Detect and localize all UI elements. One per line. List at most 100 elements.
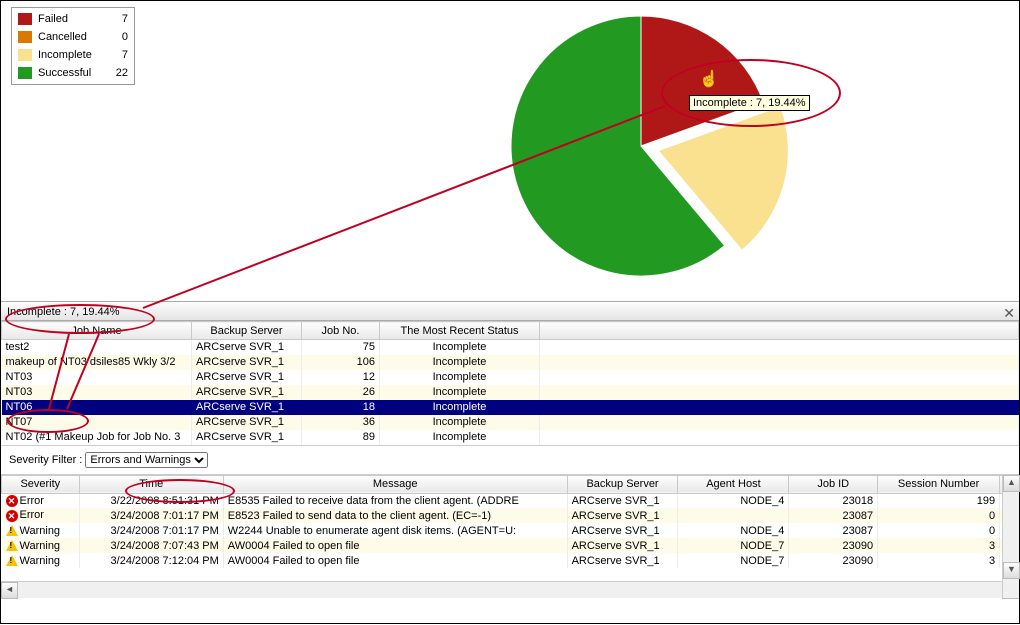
legend-label: Successful xyxy=(38,67,110,79)
cell-job-name: makeup of NT03 dsiles85 Wkly 3/2 xyxy=(2,355,192,370)
legend-item[interactable]: Cancelled0 xyxy=(14,28,132,46)
warning-icon xyxy=(6,525,18,536)
horizontal-scrollbar[interactable]: ◄ ► xyxy=(1,581,1019,598)
log-col-header[interactable]: Severity xyxy=(2,475,80,493)
cell-filler xyxy=(540,340,1019,355)
log-col-header[interactable]: Agent Host xyxy=(678,475,789,493)
cell-job-name: NT06 xyxy=(2,400,192,415)
jobs-col-filler xyxy=(540,322,1019,340)
log-col-header[interactable]: Message xyxy=(223,475,567,493)
jobs-col-header[interactable]: Backup Server xyxy=(192,322,302,340)
log-col-header[interactable]: Job ID xyxy=(789,475,878,493)
legend-count: 7 xyxy=(110,49,128,61)
cell-backup-server: ARCserve SVR_1 xyxy=(192,400,302,415)
legend-swatch xyxy=(18,13,32,25)
table-row[interactable]: ✕Error3/22/2008 8:51:31 PME8535 Failed t… xyxy=(2,493,1019,508)
table-row[interactable]: Warning3/24/2008 7:01:17 PMW2244 Unable … xyxy=(2,523,1019,538)
cell-time: 3/24/2008 7:12:04 PM xyxy=(79,553,223,568)
cell-backup-server: ARCserve SVR_1 xyxy=(192,430,302,445)
cell-job-no: 36 xyxy=(302,415,380,430)
scroll-down-button[interactable]: ▼ xyxy=(1003,562,1020,579)
table-row[interactable]: NT02 (#1 Makeup Job for Job No. 3ARCserv… xyxy=(2,430,1019,445)
cell-job-id: 23018 xyxy=(789,493,878,508)
cell-session-number: 0 xyxy=(878,523,1000,538)
cell-agent-host: NODE_4 xyxy=(678,493,789,508)
cell-job-name: NT03 xyxy=(2,385,192,400)
table-row[interactable]: test2ARCserve SVR_175Incomplete xyxy=(2,340,1019,355)
cell-backup-server: ARCserve SVR_1 xyxy=(567,538,678,553)
scroll-up-button[interactable]: ▲ xyxy=(1003,475,1020,492)
cell-filler xyxy=(540,355,1019,370)
cell-status: Incomplete xyxy=(380,385,540,400)
jobs-col-header[interactable]: The Most Recent Status xyxy=(380,322,540,340)
table-row[interactable]: NT07ARCserve SVR_136Incomplete xyxy=(2,415,1019,430)
cell-status: Incomplete xyxy=(380,340,540,355)
table-row[interactable]: NT06ARCserve SVR_118Incomplete xyxy=(2,400,1019,415)
cell-message: E8523 Failed to send data to the client … xyxy=(223,508,567,523)
legend-item[interactable]: Successful22 xyxy=(14,64,132,82)
section-title-bar: Incomplete : 7, 19.44% ✕ xyxy=(1,301,1019,321)
log-table[interactable]: SeverityTimeMessageBackup ServerAgent Ho… xyxy=(1,475,1019,569)
cell-backup-server: ARCserve SVR_1 xyxy=(567,553,678,568)
cell-time: 3/24/2008 7:01:17 PM xyxy=(79,508,223,523)
cell-session-number: 0 xyxy=(878,508,1000,523)
error-icon: ✕ xyxy=(6,510,18,522)
cell-job-no: 12 xyxy=(302,370,380,385)
legend-item[interactable]: Failed7 xyxy=(14,10,132,28)
vertical-scrollbar[interactable]: ▲ ▼ xyxy=(1002,475,1019,598)
cell-backup-server: ARCserve SVR_1 xyxy=(192,355,302,370)
table-row[interactable]: NT03ARCserve SVR_112Incomplete xyxy=(2,370,1019,385)
legend-item[interactable]: Incomplete7 xyxy=(14,46,132,64)
table-row[interactable]: Warning3/24/2008 7:12:04 PMAW0004 Failed… xyxy=(2,553,1019,568)
jobs-col-header[interactable]: Job No. xyxy=(302,322,380,340)
log-col-header[interactable]: Session Number xyxy=(878,475,1000,493)
cell-agent-host xyxy=(678,508,789,523)
cell-filler xyxy=(540,400,1019,415)
cell-filler xyxy=(540,430,1019,445)
cell-status: Incomplete xyxy=(380,415,540,430)
scroll-left-button[interactable]: ◄ xyxy=(1,582,18,599)
pie-chart[interactable] xyxy=(501,6,821,299)
severity-filter-select[interactable]: Errors and Warnings xyxy=(85,452,208,468)
cell-message: AW0004 Failed to open file xyxy=(223,538,567,553)
cell-status: Incomplete xyxy=(380,355,540,370)
cell-session-number: 3 xyxy=(878,538,1000,553)
cell-time: 3/22/2008 8:51:31 PM xyxy=(79,493,223,508)
cell-backup-server: ARCserve SVR_1 xyxy=(567,493,678,508)
legend-count: 22 xyxy=(110,67,128,79)
cell-backup-server: ARCserve SVR_1 xyxy=(192,370,302,385)
log-col-header[interactable]: Backup Server xyxy=(567,475,678,493)
cell-message: AW0004 Failed to open file xyxy=(223,553,567,568)
jobs-col-header[interactable]: Job Name xyxy=(2,322,192,340)
cell-message: E8535 Failed to receive data from the cl… xyxy=(223,493,567,508)
jobs-table[interactable]: Job NameBackup ServerJob No.The Most Rec… xyxy=(1,321,1019,445)
legend-label: Failed xyxy=(38,13,110,25)
table-row[interactable]: makeup of NT03 dsiles85 Wkly 3/2ARCserve… xyxy=(2,355,1019,370)
cell-severity: Warning xyxy=(2,523,80,538)
section-title-text: Incomplete : 7, 19.44% xyxy=(7,306,120,318)
cell-status: Incomplete xyxy=(380,400,540,415)
cell-filler xyxy=(540,370,1019,385)
cell-session-number: 199 xyxy=(878,493,1000,508)
legend-swatch xyxy=(18,31,32,43)
chart-area: Failed7Cancelled0Incomplete7Successful22… xyxy=(1,1,1019,301)
cell-time: 3/24/2008 7:07:43 PM xyxy=(79,538,223,553)
chart-tooltip: Incomplete : 7, 19.44% xyxy=(689,95,810,111)
cell-backup-server: ARCserve SVR_1 xyxy=(567,508,678,523)
cell-job-name: NT03 xyxy=(2,370,192,385)
close-icon[interactable]: ✕ xyxy=(1003,303,1015,323)
cell-backup-server: ARCserve SVR_1 xyxy=(567,523,678,538)
cell-status: Incomplete xyxy=(380,430,540,445)
log-col-header[interactable]: Time xyxy=(79,475,223,493)
cell-session-number: 3 xyxy=(878,553,1000,568)
cell-job-no: 75 xyxy=(302,340,380,355)
cell-job-no: 26 xyxy=(302,385,380,400)
cell-filler xyxy=(540,415,1019,430)
cell-agent-host: NODE_4 xyxy=(678,523,789,538)
table-row[interactable]: ✕Error3/24/2008 7:01:17 PME8523 Failed t… xyxy=(2,508,1019,523)
cell-severity: ✕Error xyxy=(2,508,80,523)
table-row[interactable]: NT03ARCserve SVR_126Incomplete xyxy=(2,385,1019,400)
table-row[interactable]: Warning3/24/2008 7:07:43 PMAW0004 Failed… xyxy=(2,538,1019,553)
cell-severity: Warning xyxy=(2,553,80,568)
warning-icon xyxy=(6,555,18,566)
